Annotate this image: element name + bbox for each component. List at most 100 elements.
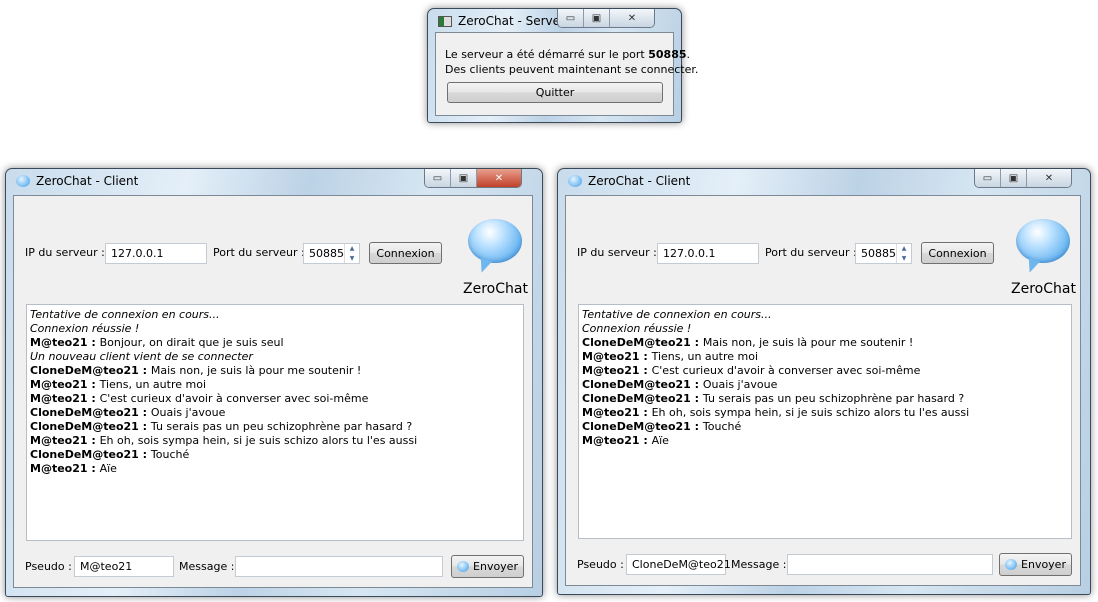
message-text: Mais non, je suis là pour me soutenir ! bbox=[702, 336, 914, 349]
spin-down-icon[interactable]: ▼ bbox=[350, 255, 355, 262]
window-controls: ▭ ▣ ✕ bbox=[557, 9, 655, 28]
minimize-button[interactable]: ▭ bbox=[558, 9, 584, 27]
send-button[interactable]: Envoyer bbox=[999, 553, 1072, 576]
minimize-button[interactable]: ▭ bbox=[425, 169, 451, 187]
message-author: CloneDeM@teo21 bbox=[582, 336, 691, 349]
message-author: M@teo21 bbox=[582, 434, 640, 447]
chat-message: M@teo21 : C'est curieux d'avoir à conver… bbox=[30, 392, 369, 405]
client-window-2: ZeroChat - Client ▭ ▣ ✕ IP du serveur : … bbox=[557, 168, 1091, 595]
message-text: Aïe bbox=[99, 462, 117, 475]
info-text: Tentative de connexion en cours... bbox=[582, 308, 772, 321]
message-author: CloneDeM@teo21 bbox=[582, 378, 691, 391]
chat-message: CloneDeM@teo21 : Tu serais pas un peu sc… bbox=[30, 420, 413, 433]
port-spinbox[interactable]: 50885 ▲ ▼ bbox=[303, 243, 360, 264]
brand-label: ZeroChat bbox=[463, 281, 528, 297]
quit-button[interactable]: Quitter bbox=[447, 82, 663, 103]
chat-log[interactable]: Tentative de connexion en cours... Connex… bbox=[578, 304, 1072, 539]
chat-message: M@teo21 : Aïe bbox=[30, 462, 117, 475]
message-author: CloneDeM@teo21 bbox=[582, 420, 691, 433]
chat-message: M@teo21 : Eh oh, sois sympa hein, si je … bbox=[582, 406, 970, 419]
status-text: . bbox=[686, 48, 691, 61]
maximize-button[interactable]: ▣ bbox=[584, 9, 610, 27]
chat-log[interactable]: Tentative de connexion en cours... Connex… bbox=[26, 304, 524, 541]
maximize-button[interactable]: ▣ bbox=[1001, 169, 1027, 187]
message-text: Touché bbox=[702, 420, 742, 433]
app-icon bbox=[568, 175, 582, 187]
chat-info-line: Connexion réussie ! bbox=[30, 322, 520, 336]
status-text: Le serveur a été démarré sur le port bbox=[445, 48, 649, 61]
message-author: CloneDeM@teo21 bbox=[30, 420, 139, 433]
message-author: CloneDeM@teo21 bbox=[30, 406, 139, 419]
message-input[interactable] bbox=[787, 554, 993, 575]
close-button[interactable]: ✕ bbox=[1027, 169, 1071, 187]
title-bar: ZeroChat - Client bbox=[568, 174, 690, 188]
app-icon bbox=[438, 15, 452, 27]
send-label: Envoyer bbox=[473, 560, 518, 573]
server-panel: Le serveur a été démarré sur le port 508… bbox=[435, 32, 698, 116]
spin-up-icon[interactable]: ▲ bbox=[350, 245, 355, 252]
chat-message: M@teo21 : Eh oh, sois sympa hein, si je … bbox=[30, 434, 418, 447]
chat-bubble-logo-icon bbox=[468, 219, 522, 263]
pseudo-input[interactable]: CloneDeM@teo21 bbox=[626, 554, 731, 575]
message-text: Mais non, je suis là pour me soutenir ! bbox=[150, 364, 362, 377]
info-text: Tentative de connexion en cours... bbox=[30, 308, 220, 321]
maximize-button[interactable]: ▣ bbox=[451, 169, 477, 187]
ip-input[interactable]: 127.0.0.1 bbox=[105, 243, 207, 264]
app-icon bbox=[16, 175, 30, 187]
chat-info-line: Un nouveau client vient de se connecter bbox=[30, 350, 520, 364]
port-spinbox[interactable]: 50885 ▲ ▼ bbox=[855, 243, 912, 264]
message-author: M@teo21 bbox=[30, 378, 88, 391]
server-status: Le serveur a été démarré sur le port 508… bbox=[445, 47, 698, 77]
message-text: Eh oh, sois sympa hein, si je suis schiz… bbox=[99, 434, 418, 447]
window-title: ZeroChat - Client bbox=[588, 174, 691, 188]
spin-up-icon[interactable]: ▲ bbox=[902, 245, 907, 252]
chat-message: M@teo21 : C'est curieux d'avoir à conver… bbox=[582, 364, 921, 377]
message-author: M@teo21 bbox=[30, 434, 88, 447]
pseudo-input[interactable]: M@teo21 bbox=[74, 556, 174, 577]
chat-message: CloneDeM@teo21 : Touché bbox=[30, 448, 190, 461]
ip-label: IP du serveur : bbox=[577, 246, 657, 259]
message-text: Bonjour, on dirait que je suis seul bbox=[99, 336, 284, 349]
connect-button[interactable]: Connexion bbox=[921, 242, 994, 264]
chat-message: CloneDeM@teo21 : Touché bbox=[582, 420, 742, 433]
message-text: Ouais j'avoue bbox=[150, 406, 226, 419]
brand-label: ZeroChat bbox=[1011, 281, 1076, 297]
spin-down-icon[interactable]: ▼ bbox=[902, 255, 907, 262]
connect-button[interactable]: Connexion bbox=[369, 242, 442, 264]
message-text: Aïe bbox=[651, 434, 669, 447]
close-button[interactable]: ✕ bbox=[610, 9, 654, 27]
message-text: Tu serais pas un peu schizophrène par ha… bbox=[150, 420, 413, 433]
message-author: M@teo21 bbox=[582, 364, 640, 377]
close-button[interactable]: ✕ bbox=[477, 169, 521, 187]
chat-message: M@teo21 : Aïe bbox=[582, 434, 669, 447]
client-window-1: ZeroChat - Client ▭ ▣ ✕ IP du serveur : … bbox=[5, 168, 543, 597]
message-text: Tiens, un autre moi bbox=[651, 350, 759, 363]
message-input[interactable] bbox=[235, 556, 443, 577]
info-text: Un nouveau client vient de se connecter bbox=[30, 350, 253, 363]
message-author: M@teo21 bbox=[30, 392, 88, 405]
message-author: CloneDeM@teo21 bbox=[30, 364, 139, 377]
chat-message: CloneDeM@teo21 : Mais non, je suis là po… bbox=[30, 364, 362, 377]
port-label: Port du serveur : bbox=[213, 246, 305, 259]
send-label: Envoyer bbox=[1021, 558, 1066, 571]
server-port: 50885 bbox=[648, 48, 687, 61]
message-author: CloneDeM@teo21 bbox=[582, 392, 691, 405]
window-controls: ▭ ▣ ✕ bbox=[424, 169, 522, 188]
chat-bubble-logo-icon bbox=[1016, 219, 1070, 263]
send-icon bbox=[457, 561, 470, 572]
info-text: Connexion réussie ! bbox=[30, 322, 140, 335]
message-text: Eh oh, sois sympa hein, si je suis schiz… bbox=[651, 406, 970, 419]
window-title: ZeroChat - Serveur bbox=[458, 14, 573, 28]
message-text: Ouais j'avoue bbox=[702, 378, 778, 391]
server-window: ZeroChat - Serveur ▭ ▣ ✕ Le serveur a ét… bbox=[427, 8, 698, 123]
spin-arrows[interactable]: ▲ ▼ bbox=[896, 244, 911, 263]
message-label: Message : bbox=[731, 558, 787, 571]
info-text: Connexion réussie ! bbox=[582, 322, 692, 335]
chat-message: M@teo21 : Tiens, un autre moi bbox=[30, 378, 207, 391]
ip-input[interactable]: 127.0.0.1 bbox=[657, 243, 759, 264]
minimize-button[interactable]: ▭ bbox=[975, 169, 1001, 187]
spin-arrows[interactable]: ▲ ▼ bbox=[344, 244, 359, 263]
send-button[interactable]: Envoyer bbox=[451, 555, 524, 578]
chat-message: M@teo21 : Bonjour, on dirait que je suis… bbox=[30, 336, 284, 349]
chat-info-line: Tentative de connexion en cours... bbox=[30, 308, 520, 322]
